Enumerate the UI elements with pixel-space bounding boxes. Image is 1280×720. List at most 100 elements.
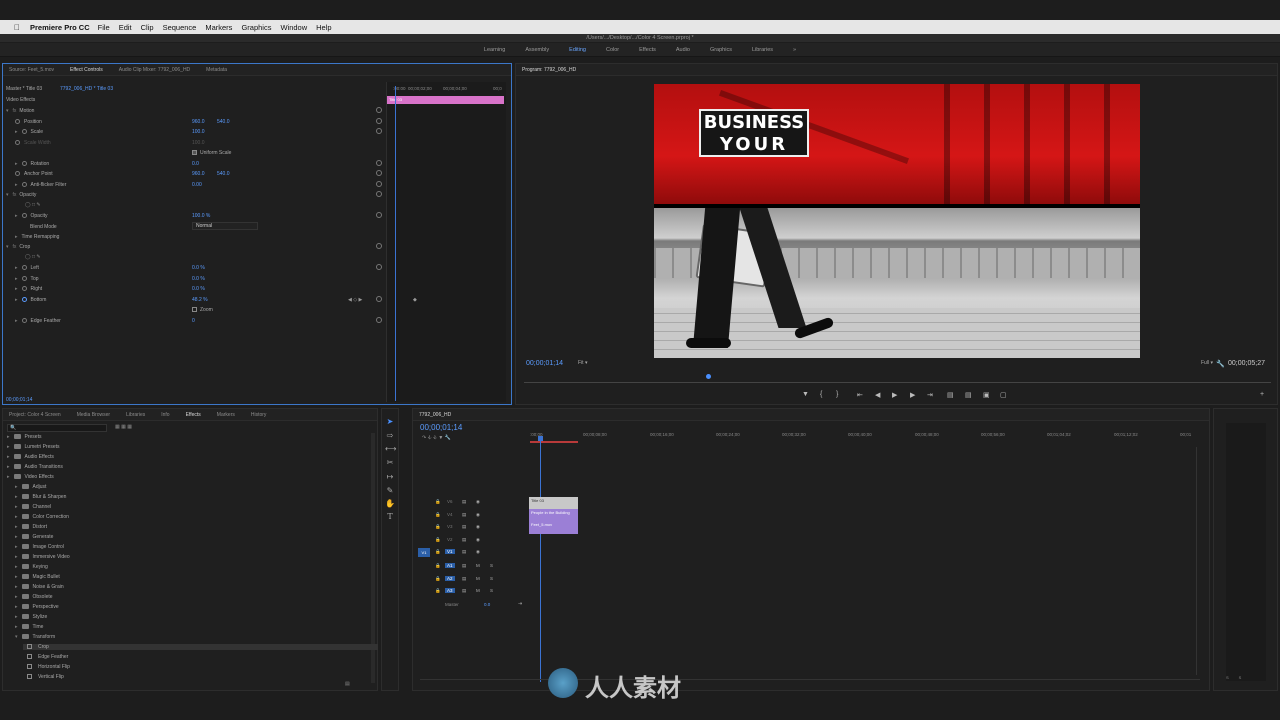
edge-feather-value[interactable]: 0 bbox=[192, 318, 195, 324]
disclosure-icon[interactable]: ▸ bbox=[15, 494, 18, 500]
crop-right-value[interactable]: 0.0 % bbox=[192, 286, 205, 292]
edge-feather-property[interactable]: ▸ Edge Feather bbox=[15, 318, 61, 324]
video-track-header[interactable]: 🔒 V1 ▤ ◉ bbox=[430, 549, 525, 560]
video-track-header[interactable]: 🔒 V6 ▤ ◉ bbox=[430, 499, 525, 510]
disclosure-icon[interactable]: ▸ bbox=[15, 514, 18, 520]
disclosure-icon[interactable]: ▸ bbox=[7, 434, 10, 440]
workspace-assembly[interactable]: Assembly bbox=[525, 47, 549, 53]
crop-left-value[interactable]: 0.0 % bbox=[192, 265, 205, 271]
selection-tool-icon[interactable]: ➤ bbox=[385, 417, 395, 427]
hand-tool-icon[interactable]: ✋ bbox=[385, 499, 395, 509]
opacity-property[interactable]: ▸ Opacity bbox=[15, 213, 47, 219]
anchor-y[interactable]: 540.0 bbox=[217, 171, 230, 177]
program-scrubber[interactable] bbox=[524, 377, 1271, 383]
lock-icon[interactable]: 🔒 bbox=[435, 576, 441, 582]
program-frame[interactable]: BUSINESS YOUR bbox=[654, 84, 1140, 358]
stopwatch-on-icon[interactable] bbox=[21, 297, 27, 303]
keyframe-nav-icon[interactable]: ◀ ◇ ▶ bbox=[348, 297, 362, 303]
track-label[interactable]: A3 bbox=[445, 588, 455, 593]
workspace-learning[interactable]: Learning bbox=[484, 47, 505, 53]
tab-sequence[interactable]: 7792_006_HD bbox=[419, 412, 451, 418]
stopwatch-icon[interactable] bbox=[15, 171, 20, 177]
stopwatch-icon[interactable] bbox=[21, 286, 27, 292]
overwrite-icon[interactable]: ▤ bbox=[965, 391, 972, 399]
tab-metadata[interactable]: Metadata bbox=[206, 67, 227, 73]
effects-folder[interactable]: ▸ Lumetri Presets bbox=[7, 444, 60, 450]
reset-icon[interactable] bbox=[376, 212, 382, 218]
timeline-zoom-bar[interactable] bbox=[420, 679, 1200, 683]
disclosure-icon[interactable]: ▸ bbox=[15, 614, 18, 620]
tab-source[interactable]: Source: Feet_5.mov bbox=[9, 67, 54, 73]
menu-edit[interactable]: Edit bbox=[119, 23, 132, 32]
crop-left-property[interactable]: ▸ Left bbox=[15, 265, 39, 271]
razor-tool-icon[interactable]: ✂ bbox=[385, 458, 395, 468]
track-label[interactable]: A1 bbox=[445, 563, 455, 568]
disclosure-icon[interactable]: ▸ bbox=[15, 484, 18, 490]
effects-folder[interactable]: ▸ Magic Bullet bbox=[15, 574, 60, 580]
timeline-tools-icons[interactable]: ↷ ⎀ ⎀ ▼ 🔧 bbox=[422, 435, 451, 441]
opacity-effect[interactable]: ▾ fx Opacity bbox=[6, 192, 36, 198]
tab-program[interactable]: Program: 7792_006_HD bbox=[522, 67, 576, 73]
disclosure-icon[interactable]: ▸ bbox=[15, 624, 18, 630]
workspace-effects[interactable]: Effects bbox=[639, 47, 656, 53]
audio-track-header[interactable]: 🔒 A2 ▤ M S bbox=[430, 575, 525, 587]
reset-icon[interactable] bbox=[376, 191, 382, 197]
time-remapping-effect[interactable]: ▸ Time Remapping bbox=[15, 234, 59, 240]
stopwatch-icon[interactable] bbox=[21, 161, 27, 167]
effects-folder[interactable]: ▸ Immersive Video bbox=[15, 554, 70, 560]
ec-clip-bar[interactable] bbox=[387, 96, 504, 104]
lock-icon[interactable]: 🔒 bbox=[435, 549, 441, 555]
track-label[interactable]: V4 bbox=[445, 512, 455, 517]
track-label[interactable]: V3 bbox=[445, 524, 455, 529]
eye-icon[interactable]: ◉ bbox=[476, 499, 480, 505]
tab-effects[interactable]: Effects bbox=[186, 412, 201, 418]
stopwatch-icon[interactable] bbox=[21, 265, 27, 271]
stopwatch-icon[interactable] bbox=[21, 182, 27, 188]
pen-tool-icon[interactable]: ✎ bbox=[385, 486, 395, 496]
workspace-editing[interactable]: Editing bbox=[569, 47, 586, 53]
position-property[interactable]: Position bbox=[15, 119, 42, 125]
disclosure-icon[interactable]: ▸ bbox=[15, 534, 18, 540]
workspace-color[interactable]: Color bbox=[606, 47, 619, 53]
keyframe-marker-icon[interactable]: ◆ bbox=[413, 297, 417, 303]
crop-bottom-value[interactable]: 48.2 % bbox=[192, 297, 208, 303]
sync-icon[interactable]: ▤ bbox=[462, 512, 466, 518]
tab-markers[interactable]: Markers bbox=[217, 412, 235, 418]
audio-track-header[interactable]: 🔒 A1 ▤ M S bbox=[430, 563, 525, 574]
effects-folder[interactable]: ▸ Time bbox=[15, 624, 43, 630]
rotation-value[interactable]: 0.0 bbox=[192, 161, 199, 167]
effects-folder[interactable]: ▾ Transform bbox=[15, 634, 55, 640]
motion-effect[interactable]: ▾ fx Motion bbox=[6, 108, 34, 114]
tab-media-browser[interactable]: Media Browser bbox=[77, 412, 110, 418]
track-label[interactable]: A2 bbox=[445, 575, 455, 581]
effect-item[interactable]: Edge Feather bbox=[23, 654, 68, 660]
effects-folder[interactable]: ▸ Generate bbox=[15, 534, 53, 540]
effect-item[interactable]: Horizontal Flip bbox=[23, 664, 70, 670]
disclosure-icon[interactable]: ▸ bbox=[15, 554, 18, 560]
timeline-timecode[interactable]: 00;00;01;14 bbox=[420, 423, 462, 432]
tab-project[interactable]: Project: Color 4 Screen bbox=[9, 412, 61, 418]
mark-out-icon[interactable]: } bbox=[836, 391, 838, 398]
reset-icon[interactable] bbox=[376, 296, 382, 302]
tab-audio-clip-mixer[interactable]: Audio Clip Mixer: 7792_006_HD bbox=[119, 67, 190, 73]
mute-button[interactable]: M bbox=[476, 588, 480, 593]
insert-icon[interactable]: ▤ bbox=[947, 391, 954, 399]
effects-folder[interactable]: ▸ Perspective bbox=[15, 604, 59, 610]
effects-folder[interactable]: ▸ Keying bbox=[15, 564, 48, 570]
compare-icon[interactable]: ▢ bbox=[1000, 391, 1007, 399]
mask-tools[interactable]: ◯ □ ✎ bbox=[25, 202, 41, 208]
effects-search-input[interactable]: 🔍 bbox=[7, 424, 107, 432]
effects-folder[interactable]: ▸ Audio Transitions bbox=[7, 464, 63, 470]
disclosure-icon[interactable]: ▸ bbox=[15, 564, 18, 570]
track-select-tool-icon[interactable]: ⇨ bbox=[385, 431, 395, 441]
disclosure-icon[interactable]: ▸ bbox=[15, 544, 18, 550]
menu-help[interactable]: Help bbox=[316, 23, 331, 32]
tab-effect-controls[interactable]: Effect Controls bbox=[70, 67, 103, 73]
effects-folder[interactable]: ▸ Blur & Sharpen bbox=[15, 494, 66, 500]
effects-folder[interactable]: ▸ Video Effects bbox=[7, 474, 54, 480]
crop-top-value[interactable]: 0.0 % bbox=[192, 276, 205, 282]
sync-icon[interactable]: ▤ bbox=[462, 537, 466, 543]
lock-icon[interactable]: 🔒 bbox=[435, 588, 441, 594]
tab-libraries[interactable]: Libraries bbox=[126, 412, 145, 418]
mute-button[interactable]: M bbox=[476, 576, 480, 581]
